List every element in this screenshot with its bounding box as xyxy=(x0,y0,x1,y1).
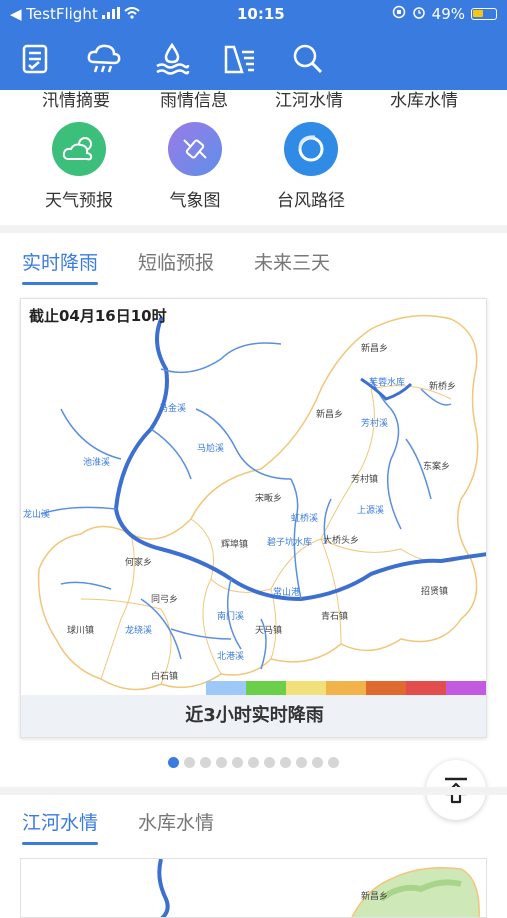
tab-realtime-rain[interactable]: 实时降雨 xyxy=(22,238,99,285)
pager-dot[interactable] xyxy=(264,757,275,768)
nav-item-rain-info[interactable]: 雨情信息 xyxy=(160,90,228,108)
tab-reservoir-water[interactable]: 水库水情 xyxy=(138,798,214,845)
wifi-icon xyxy=(124,5,140,23)
nav-item-reservoir-water[interactable]: 水库水情 xyxy=(390,90,458,108)
carousel-pager xyxy=(168,757,339,768)
map-label: 龙山溪 xyxy=(23,508,50,520)
map-label: 同弓乡 xyxy=(151,594,178,605)
rain-map: 新昌乡 芙蓉水库 新桥乡 新昌乡 芳村溪 东案乡 芳村镇 宋畈乡 上源溪 辉埠镇… xyxy=(23,314,486,691)
map-label: 白石镇 xyxy=(151,670,178,682)
map-label: 上源溪 xyxy=(357,504,384,516)
pager-dot[interactable] xyxy=(168,757,179,768)
search-icon[interactable] xyxy=(288,39,328,79)
nav-item-weather-map[interactable]: 气象图 xyxy=(140,122,250,211)
map-label: 新桥乡 xyxy=(429,380,456,392)
rain-map-card[interactable]: 新昌乡 芙蓉水库 新桥乡 新昌乡 芳村溪 东案乡 芳村镇 宋畈乡 上源溪 辉埠镇… xyxy=(20,298,487,738)
map-label: 芳村溪 xyxy=(361,417,388,429)
map-label: 马尬溪 xyxy=(197,442,224,454)
legend-swatch xyxy=(366,681,406,695)
section-divider xyxy=(0,787,507,795)
legend-swatch xyxy=(286,681,326,695)
map-label: 球川镇 xyxy=(67,624,94,636)
pager-dot[interactable] xyxy=(312,757,323,768)
legend-swatch xyxy=(246,681,286,695)
rain-legend xyxy=(206,681,486,695)
map-label: 常山港 xyxy=(273,586,300,598)
map-label: 何家乡 xyxy=(125,556,152,568)
map-label: 南门溪 xyxy=(217,610,244,622)
pager-dot[interactable] xyxy=(232,757,243,768)
legend-swatch xyxy=(406,681,446,695)
tab-nowcast[interactable]: 短临预报 xyxy=(138,238,214,285)
weather-icon xyxy=(52,122,106,176)
rain-cloud-icon[interactable] xyxy=(84,39,124,79)
legend-swatch xyxy=(326,681,366,695)
map-label: 虹桥溪 xyxy=(291,512,318,524)
function-grid: 汛情摘要 雨情信息 江河水情 水库水情 天气预报 气象图 台风路径 xyxy=(0,90,507,225)
pager-dot[interactable] xyxy=(216,757,227,768)
map-label: 招贤镇 xyxy=(421,585,448,597)
nav-item-label: 天气预报 xyxy=(45,191,113,211)
tab-river-water[interactable]: 江河水情 xyxy=(22,798,99,845)
nav-top-row: 汛情摘要 雨情信息 江河水情 水库水情 xyxy=(0,90,507,108)
back-to-app-link[interactable]: ◀ TestFlight xyxy=(10,5,98,23)
pager-dot[interactable] xyxy=(296,757,307,768)
legend-swatch xyxy=(206,681,246,695)
report-icon[interactable] xyxy=(16,39,56,79)
battery-icon xyxy=(471,8,497,20)
satellite-icon xyxy=(168,122,222,176)
typhoon-icon xyxy=(284,122,338,176)
nav-item-river-water[interactable]: 江河水情 xyxy=(275,90,343,108)
pager-dot[interactable] xyxy=(328,757,339,768)
signal-icon xyxy=(101,5,120,23)
top-toolbar xyxy=(0,28,507,90)
water-map: 新昌乡 xyxy=(157,859,480,917)
map-label: 宋畈乡 xyxy=(255,492,282,504)
map-label: 马金溪 xyxy=(159,402,186,414)
map-label: 东案乡 xyxy=(423,460,450,472)
map-label: 青石镇 xyxy=(321,610,348,622)
legend-swatch xyxy=(446,681,486,695)
nav-item-label: 气象图 xyxy=(169,191,221,211)
tab-next-three-days[interactable]: 未来三天 xyxy=(254,238,330,285)
map-label: 北港溪 xyxy=(217,650,244,662)
map-label: 芳村镇 xyxy=(351,473,378,485)
map-label: 辉埠镇 xyxy=(221,538,248,550)
status-time: 10:15 xyxy=(236,5,285,23)
map-label: 天马镇 xyxy=(255,624,282,636)
map-label: 碧子坑水库 xyxy=(267,536,312,548)
map-label: 龙绕溪 xyxy=(125,624,152,636)
map-label: 大桥头乡 xyxy=(323,534,359,546)
section-divider xyxy=(0,225,507,233)
water-tabs: 江河水情 水库水情 xyxy=(0,796,507,846)
map-label: 新昌乡 xyxy=(361,890,388,902)
nav-item-flood-summary[interactable]: 汛情摘要 xyxy=(42,90,110,108)
map-caption: 近3小时实时降雨 xyxy=(21,695,486,737)
nav-item-weather[interactable]: 天气预报 xyxy=(24,122,134,211)
status-bar: ◀ TestFlight 10:15 49% xyxy=(0,0,507,28)
map-label: 芙蓉水库 xyxy=(369,376,405,388)
reservoir-icon[interactable] xyxy=(220,39,260,79)
pager-dot[interactable] xyxy=(248,757,259,768)
rain-tabs: 实时降雨 短临预报 未来三天 xyxy=(0,236,507,286)
pager-dot[interactable] xyxy=(184,757,195,768)
water-map-card[interactable]: 新昌乡 xyxy=(20,858,487,918)
pager-dot[interactable] xyxy=(280,757,291,768)
map-label: 池淮溪 xyxy=(83,456,110,468)
orientation-lock-icon xyxy=(392,5,406,23)
alarm-icon xyxy=(412,5,426,23)
battery-percent: 49% xyxy=(431,5,465,23)
pager-dot[interactable] xyxy=(200,757,211,768)
water-level-icon[interactable] xyxy=(152,39,192,79)
nav-item-label: 台风路径 xyxy=(277,191,345,211)
nav-item-typhoon[interactable]: 台风路径 xyxy=(256,122,366,211)
map-timestamp: 截止04月16日10时 xyxy=(29,307,167,325)
map-label: 新昌乡 xyxy=(361,342,388,354)
map-label: 新昌乡 xyxy=(316,408,343,420)
